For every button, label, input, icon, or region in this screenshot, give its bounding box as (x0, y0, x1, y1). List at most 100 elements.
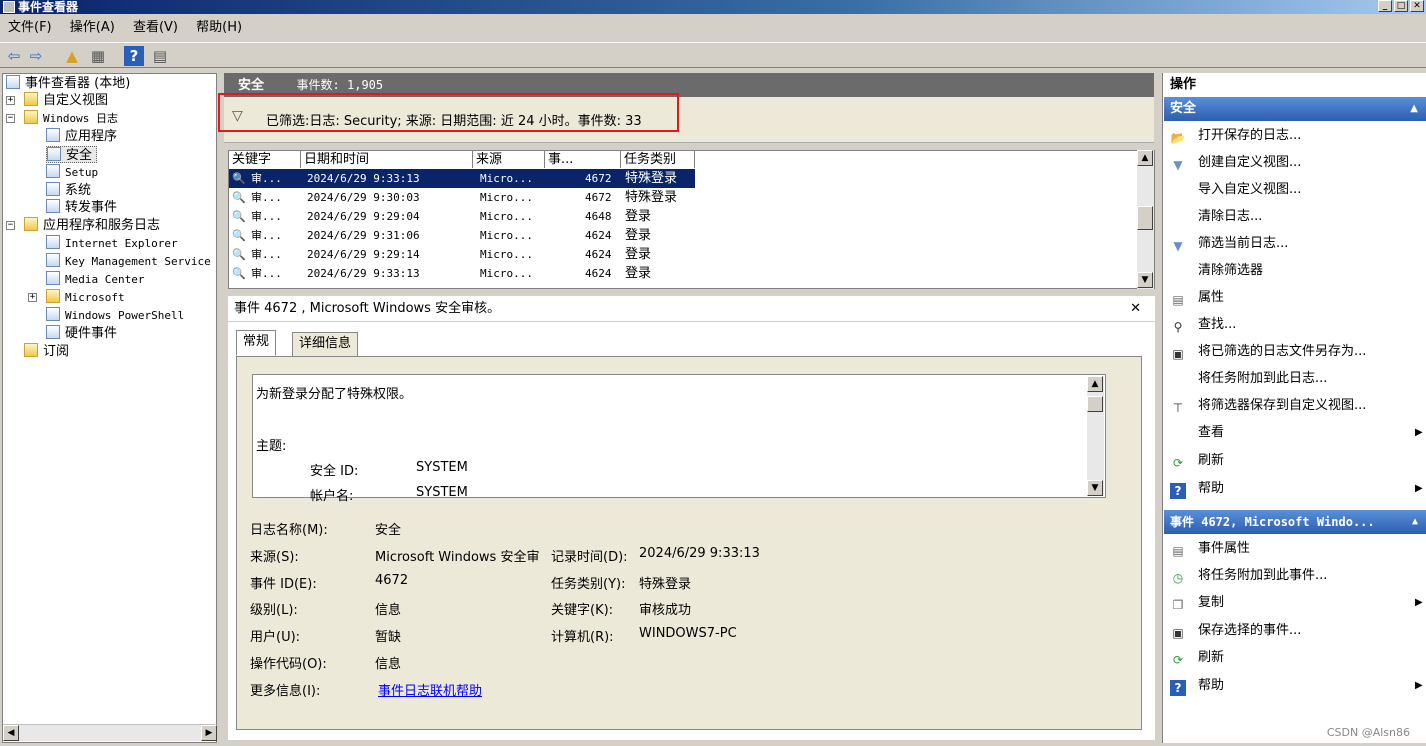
tree-item-forwarded[interactable]: 转发事件 (46, 199, 117, 216)
collapse-icon[interactable]: − (6, 221, 15, 230)
description-account-label: 帐户名: (310, 489, 354, 504)
tree-item-security[interactable]: 安全 (46, 146, 98, 163)
scroll-up-icon[interactable]: ▲ (1087, 376, 1103, 392)
tree-item-key-management[interactable]: Key Management Service (46, 253, 211, 270)
tree-item-windows-logs[interactable]: Windows 日志 (24, 110, 118, 127)
column-task-category[interactable]: 任务类别 (621, 151, 695, 168)
table-row[interactable]: 🔍 审... 2024/6/29 9:31:06 Micro... 4624 登… (229, 226, 1139, 245)
menu-bar: 文件(F) 操作(A) 查看(V) 帮助(H) (0, 16, 1426, 40)
title-bar: 事件查看器 _ □ ✕ (0, 0, 1426, 14)
action-filter-current-log[interactable]: ▼ 筛选当前日志... (1170, 230, 1288, 257)
online-help-link[interactable]: 事件日志联机帮助 (378, 680, 482, 699)
maximize-button[interactable]: □ (1394, 0, 1408, 12)
action-event-properties[interactable]: ▤ 事件属性 (1170, 535, 1250, 562)
menu-file[interactable]: 文件(F) (8, 20, 52, 35)
tree-item-setup[interactable]: Setup (46, 164, 98, 181)
table-row[interactable]: 🔍 审... 2024/6/29 9:33:13 Micro... 4672 特… (229, 169, 1139, 188)
tree-item-application[interactable]: 应用程序 (46, 128, 117, 145)
submenu-arrow-icon: ▶ (1415, 680, 1423, 691)
computer-value: WINDOWS7-PC (639, 626, 737, 641)
tab-general[interactable]: 常规 (236, 330, 277, 356)
table-row[interactable]: 🔍 审... 2024/6/29 9:29:14 Micro... 4624 登… (229, 245, 1139, 264)
tab-details[interactable]: 详细信息 (292, 332, 359, 356)
tree-item-subscriptions[interactable]: 订阅 (24, 343, 69, 360)
scroll-down-icon[interactable]: ▼ (1137, 272, 1153, 288)
scroll-left-icon[interactable]: ◀ (3, 725, 19, 741)
column-keywords[interactable]: 关键字 (229, 151, 301, 168)
close-detail-icon[interactable]: ✕ (1130, 296, 1141, 322)
collapse-icon[interactable]: ▲ (1410, 97, 1418, 121)
minimize-button[interactable]: _ (1378, 0, 1392, 12)
show-hide-action-pane-icon[interactable]: ▤ (150, 46, 170, 66)
actions-group-event[interactable]: 事件 4672, Microsoft Windo... ▲ (1164, 510, 1426, 534)
tree-item-microsoft[interactable]: Microsoft (46, 289, 125, 306)
action-save-filtered-log[interactable]: ▣ 将已筛选的日志文件另存为... (1170, 338, 1366, 365)
scroll-thumb[interactable] (1137, 206, 1153, 230)
action-copy[interactable]: ❐ 复制 ▶ (1170, 589, 1423, 616)
menu-help[interactable]: 帮助(H) (196, 20, 242, 35)
column-source[interactable]: 来源 (473, 151, 545, 168)
clock-icon: ◷ (1172, 571, 1184, 585)
action-view[interactable]: 查看 ▶ (1170, 419, 1423, 446)
action-clear-filter[interactable]: 清除筛选器 (1170, 257, 1263, 284)
expand-icon[interactable]: + (6, 96, 15, 105)
scroll-thumb[interactable] (1087, 396, 1103, 412)
action-create-custom-view[interactable]: ▼ 创建自定义视图... (1170, 149, 1301, 176)
show-hide-tree-icon[interactable]: ▦ (88, 46, 108, 66)
task-category-value: 特殊登录 (639, 577, 692, 592)
table-row[interactable]: 🔍 审... 2024/6/29 9:30:03 Micro... 4672 特… (229, 188, 1139, 207)
description-scrollbar[interactable]: ▲ ▼ (1087, 376, 1104, 496)
event-list-scrollbar[interactable]: ▲ ▼ (1137, 150, 1154, 289)
tree-item-system[interactable]: 系统 (46, 182, 91, 199)
more-info-label: 更多信息(I): (250, 684, 321, 699)
expand-icon[interactable]: + (28, 293, 37, 302)
key-icon: 🔍 (232, 267, 246, 280)
action-refresh-event[interactable]: ⟳ 刷新 (1170, 644, 1224, 671)
back-arrow-icon[interactable]: ⇦ (4, 46, 24, 66)
tree-item-app-services[interactable]: 应用程序和服务日志 (24, 217, 160, 234)
tree-item-hardware[interactable]: 硬件事件 (46, 325, 117, 342)
scroll-right-icon[interactable]: ▶ (201, 725, 217, 741)
action-properties[interactable]: ▤ 属性 (1170, 284, 1224, 311)
event-list[interactable]: 关键字 日期和时间 来源 事... 任务类别 🔍 审... 2024/6/29 … (228, 150, 1155, 289)
scroll-down-icon[interactable]: ▼ (1087, 480, 1103, 496)
action-refresh[interactable]: ⟳ 刷新 (1170, 447, 1224, 474)
scroll-up-icon[interactable]: ▲ (1137, 150, 1153, 166)
action-save-selected-events[interactable]: ▣ 保存选择的事件... (1170, 617, 1301, 644)
column-datetime[interactable]: 日期和时间 (301, 151, 473, 168)
refresh-icon: ⟳ (1172, 456, 1184, 470)
action-attach-task-event[interactable]: ◷ 将任务附加到此事件... (1170, 562, 1328, 589)
forward-arrow-icon[interactable]: ⇨ (26, 46, 46, 66)
actions-group-security[interactable]: 安全 ▲ (1164, 97, 1426, 121)
action-help-event[interactable]: ? 帮助 ▶ (1170, 672, 1423, 699)
tree-horizontal-scrollbar[interactable]: ◀ ▶ (3, 724, 217, 741)
tree-item-powershell[interactable]: Windows PowerShell (46, 307, 184, 324)
table-row[interactable]: 🔍 审... 2024/6/29 9:33:13 Micro... 4624 登… (229, 264, 1139, 283)
close-button[interactable]: ✕ (1410, 0, 1424, 12)
collapse-icon[interactable]: ▲ (1412, 510, 1418, 534)
toolbar: ⇦ ⇨ ▲ ▦ ? ▤ (0, 42, 1426, 68)
action-find[interactable]: ⚲ 查找... (1170, 311, 1237, 338)
save-icon: ▣ (1172, 626, 1184, 640)
recorded-value: 2024/6/29 9:33:13 (639, 546, 760, 561)
action-save-filter-view[interactable]: ⊤ 将筛选器保存到自定义视图... (1170, 392, 1367, 419)
tree-item-media-center[interactable]: Media Center (46, 271, 144, 288)
tree-root[interactable]: 事件查看器 (本地) (6, 75, 130, 92)
folder-icon (24, 110, 38, 124)
tree-item-custom-views[interactable]: 自定义视图 (24, 92, 108, 109)
collapse-icon[interactable]: − (6, 114, 15, 123)
help-icon[interactable]: ? (124, 46, 144, 66)
column-event-id[interactable]: 事... (545, 151, 621, 168)
menu-action[interactable]: 操作(A) (70, 20, 115, 35)
table-row[interactable]: 🔍 审... 2024/6/29 9:29:04 Micro... 4648 登… (229, 207, 1139, 226)
tree-item-internet-explorer[interactable]: Internet Explorer (46, 235, 178, 252)
menu-view[interactable]: 查看(V) (133, 20, 178, 35)
source-label: 来源(S): (250, 550, 299, 565)
action-open-saved-log[interactable]: 📂 打开保存的日志... (1170, 122, 1302, 149)
navigation-tree (2, 73, 217, 743)
action-attach-task-log[interactable]: 将任务附加到此日志... (1170, 365, 1327, 392)
action-help[interactable]: ? 帮助 ▶ (1170, 475, 1423, 502)
action-import-custom-view[interactable]: 导入自定义视图... (1170, 176, 1301, 203)
action-clear-log[interactable]: 清除日志... (1170, 203, 1262, 230)
up-folder-icon[interactable]: ▲ (62, 46, 82, 66)
